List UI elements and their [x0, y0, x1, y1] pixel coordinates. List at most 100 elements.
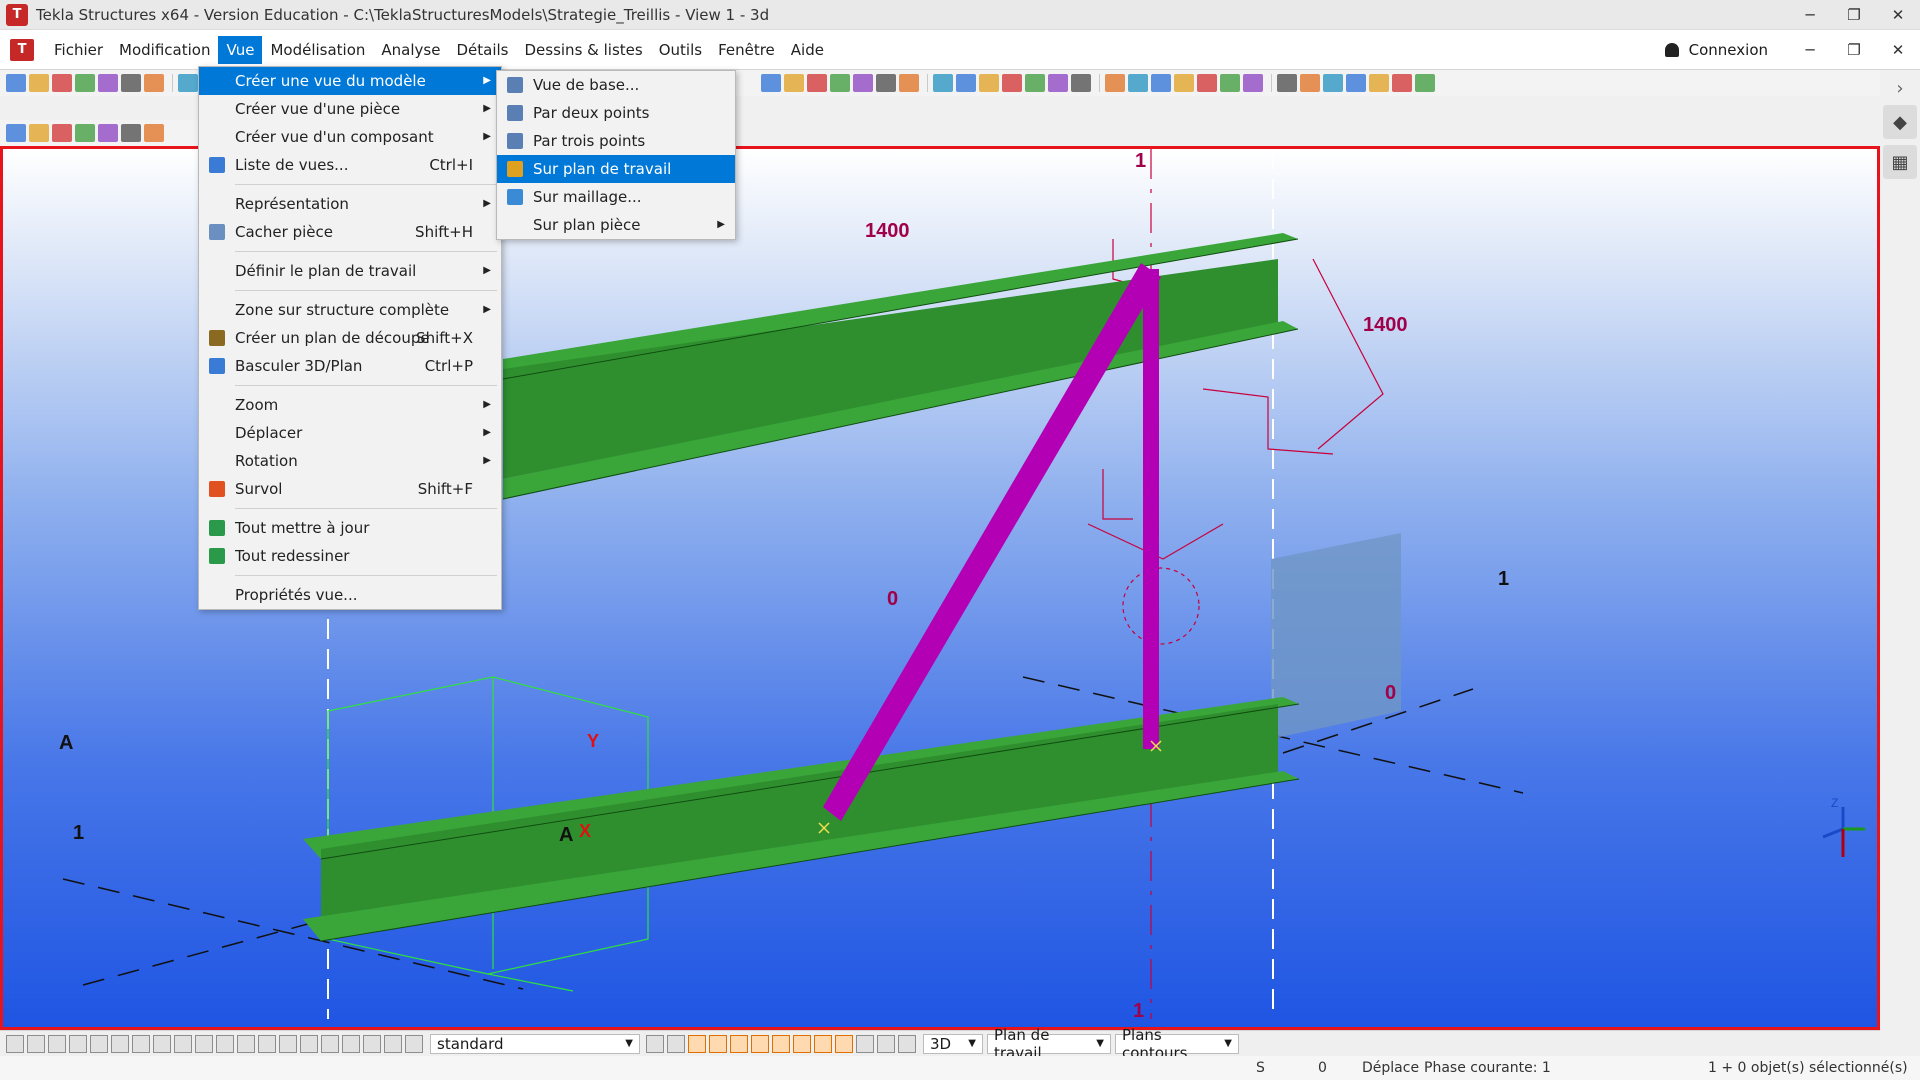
model-tool-icon[interactable]: [1128, 74, 1148, 92]
main-tool-icon[interactable]: [29, 74, 49, 92]
model-tool-icon[interactable]: [784, 74, 804, 92]
menu-analyse[interactable]: Analyse: [373, 36, 448, 64]
create-view-item-vue-de-base[interactable]: Vue de base...: [497, 71, 735, 99]
vue-menu-item-deplacer[interactable]: Déplacer ▶: [199, 419, 501, 447]
selection-switch-icon[interactable]: [174, 1034, 192, 1053]
model-tool-icon[interactable]: [1300, 74, 1320, 92]
close-button[interactable]: ✕: [1876, 0, 1920, 30]
selection-switch-icon[interactable]: [90, 1034, 108, 1053]
model-tool-icon[interactable]: [1197, 74, 1217, 92]
model-tool-icon[interactable]: [956, 74, 976, 92]
selection-switch-icon[interactable]: [279, 1034, 297, 1053]
selection-switch-icon[interactable]: [688, 1034, 706, 1053]
create-view-item-par-deux-points[interactable]: Par deux points: [497, 99, 735, 127]
selection-switch-icon[interactable]: [730, 1034, 748, 1053]
selection-switch-icon[interactable]: [48, 1034, 66, 1053]
maximize-button[interactable]: ❐: [1832, 0, 1876, 30]
vue-menu-item-zone-sur-structure-complete[interactable]: Zone sur structure complète ▶: [199, 296, 501, 324]
vue-menu-item-survol[interactable]: Survol Shift+F: [199, 475, 501, 503]
secondary-tool-icon[interactable]: [6, 124, 26, 142]
model-tool-icon[interactable]: [1415, 74, 1435, 92]
selection-switch-icon[interactable]: [363, 1034, 381, 1053]
menu-dessins-listes[interactable]: Dessins & listes: [516, 36, 650, 64]
selection-switch-icon[interactable]: [132, 1034, 150, 1053]
doc-close-button[interactable]: ✕: [1876, 35, 1920, 65]
secondary-tool-icon[interactable]: [144, 124, 164, 142]
main-tool-icon[interactable]: [121, 74, 141, 92]
vue-menu-item-proprietes-vue[interactable]: Propriétés vue...: [199, 581, 501, 609]
vue-menu-item-cacher-piece[interactable]: Cacher pièce Shift+H: [199, 218, 501, 246]
model-tool-icon[interactable]: [979, 74, 999, 92]
model-tool-icon[interactable]: [1220, 74, 1240, 92]
vue-menu-item-rotation[interactable]: Rotation ▶: [199, 447, 501, 475]
model-tool-icon[interactable]: [876, 74, 896, 92]
snap-plane-combo[interactable]: Plans contours ▼: [1115, 1026, 1239, 1062]
selection-switch-icon[interactable]: [300, 1034, 318, 1053]
selection-switch-icon[interactable]: [667, 1034, 685, 1053]
selection-switch-icon[interactable]: [27, 1034, 45, 1053]
vue-menu-item-tout-mettre-a-jour[interactable]: Tout mettre à jour: [199, 514, 501, 542]
selection-switch-icon[interactable]: [793, 1034, 811, 1053]
selection-switch-icon[interactable]: [153, 1034, 171, 1053]
selection-switch-icon[interactable]: [646, 1034, 664, 1053]
menu-fen-tre[interactable]: Fenêtre: [710, 36, 783, 64]
model-tool-icon[interactable]: [853, 74, 873, 92]
model-tool-icon[interactable]: [1277, 74, 1297, 92]
cube-icon[interactable]: ◆: [1883, 105, 1917, 139]
secondary-tool-icon[interactable]: [98, 124, 118, 142]
selection-switch-icon[interactable]: [856, 1034, 874, 1053]
create-view-item-par-trois-points[interactable]: Par trois points: [497, 127, 735, 155]
selection-switch-icon[interactable]: [751, 1034, 769, 1053]
vue-menu-item-creer-vue-d-un-composant[interactable]: Créer vue d'un composant ▶: [199, 123, 501, 151]
selection-switch-icon[interactable]: [258, 1034, 276, 1053]
model-tool-icon[interactable]: [1151, 74, 1171, 92]
doc-restore-button[interactable]: ❐: [1832, 35, 1876, 65]
tekla-logo-icon[interactable]: T: [10, 38, 34, 61]
secondary-tool-icon[interactable]: [52, 124, 72, 142]
selection-switch-icon[interactable]: [814, 1034, 832, 1053]
menu-d-tails[interactable]: Détails: [448, 36, 516, 64]
selection-switch-icon[interactable]: [6, 1034, 24, 1053]
create-view-item-sur-plan-piece[interactable]: Sur plan pièce ▶: [497, 211, 735, 239]
selection-switch-icon[interactable]: [111, 1034, 129, 1053]
secondary-tool-icon[interactable]: [75, 124, 95, 142]
selection-switch-icon[interactable]: [237, 1034, 255, 1053]
vue-menu-item-basculer-3d-plan[interactable]: Basculer 3D/Plan Ctrl+P: [199, 352, 501, 380]
selection-filter-combo[interactable]: standard ▼: [430, 1033, 640, 1054]
menu-modification[interactable]: Modification: [111, 36, 218, 64]
components-icon[interactable]: ▦: [1883, 145, 1917, 179]
model-tool-icon[interactable]: [807, 74, 827, 92]
doc-minimize-button[interactable]: ─: [1788, 35, 1832, 65]
model-tool-icon[interactable]: [1243, 74, 1263, 92]
model-tool-icon[interactable]: [1346, 74, 1366, 92]
minimize-button[interactable]: ─: [1788, 0, 1832, 30]
selection-switch-icon[interactable]: [835, 1034, 853, 1053]
vue-menu-item-representation[interactable]: Représentation ▶: [199, 190, 501, 218]
menu-vue[interactable]: Vue: [218, 35, 263, 64]
secondary-tool-icon[interactable]: [29, 124, 49, 142]
model-tool-icon[interactable]: [830, 74, 850, 92]
plane-combo[interactable]: Plan de travail ▼: [987, 1026, 1111, 1062]
model-tool-icon[interactable]: [1071, 74, 1091, 92]
vue-menu-item-definir-le-plan-de-travail[interactable]: Définir le plan de travail ▶: [199, 257, 501, 285]
vue-menu-item-creer-une-vue-du-modele[interactable]: Créer une vue du modèle ▶: [199, 67, 501, 95]
selection-switch-icon[interactable]: [342, 1034, 360, 1053]
model-tool-icon[interactable]: [933, 74, 953, 92]
model-tool-icon[interactable]: [1002, 74, 1022, 92]
selection-switch-icon[interactable]: [321, 1034, 339, 1053]
selection-switch-icon[interactable]: [195, 1034, 213, 1053]
model-tool-icon[interactable]: [1369, 74, 1389, 92]
selection-switch-icon[interactable]: [877, 1034, 895, 1053]
main-tool-icon[interactable]: [75, 74, 95, 92]
vue-menu-item-tout-redessiner[interactable]: Tout redessiner: [199, 542, 501, 570]
selection-switch-icon[interactable]: [772, 1034, 790, 1053]
create-view-item-sur-maillage[interactable]: Sur maillage...: [497, 183, 735, 211]
model-tool-icon[interactable]: [1105, 74, 1125, 92]
chevron-right-icon[interactable]: ›: [1880, 78, 1920, 99]
vue-menu-item-zoom[interactable]: Zoom ▶: [199, 391, 501, 419]
login-button[interactable]: Connexion: [1664, 41, 1768, 59]
vue-menu-item-creer-un-plan-de-decoupe[interactable]: Créer un plan de découpe Shift+X: [199, 324, 501, 352]
main-tool-icon[interactable]: [178, 74, 198, 92]
selection-switch-icon[interactable]: [405, 1034, 423, 1053]
model-tool-icon[interactable]: [1392, 74, 1412, 92]
